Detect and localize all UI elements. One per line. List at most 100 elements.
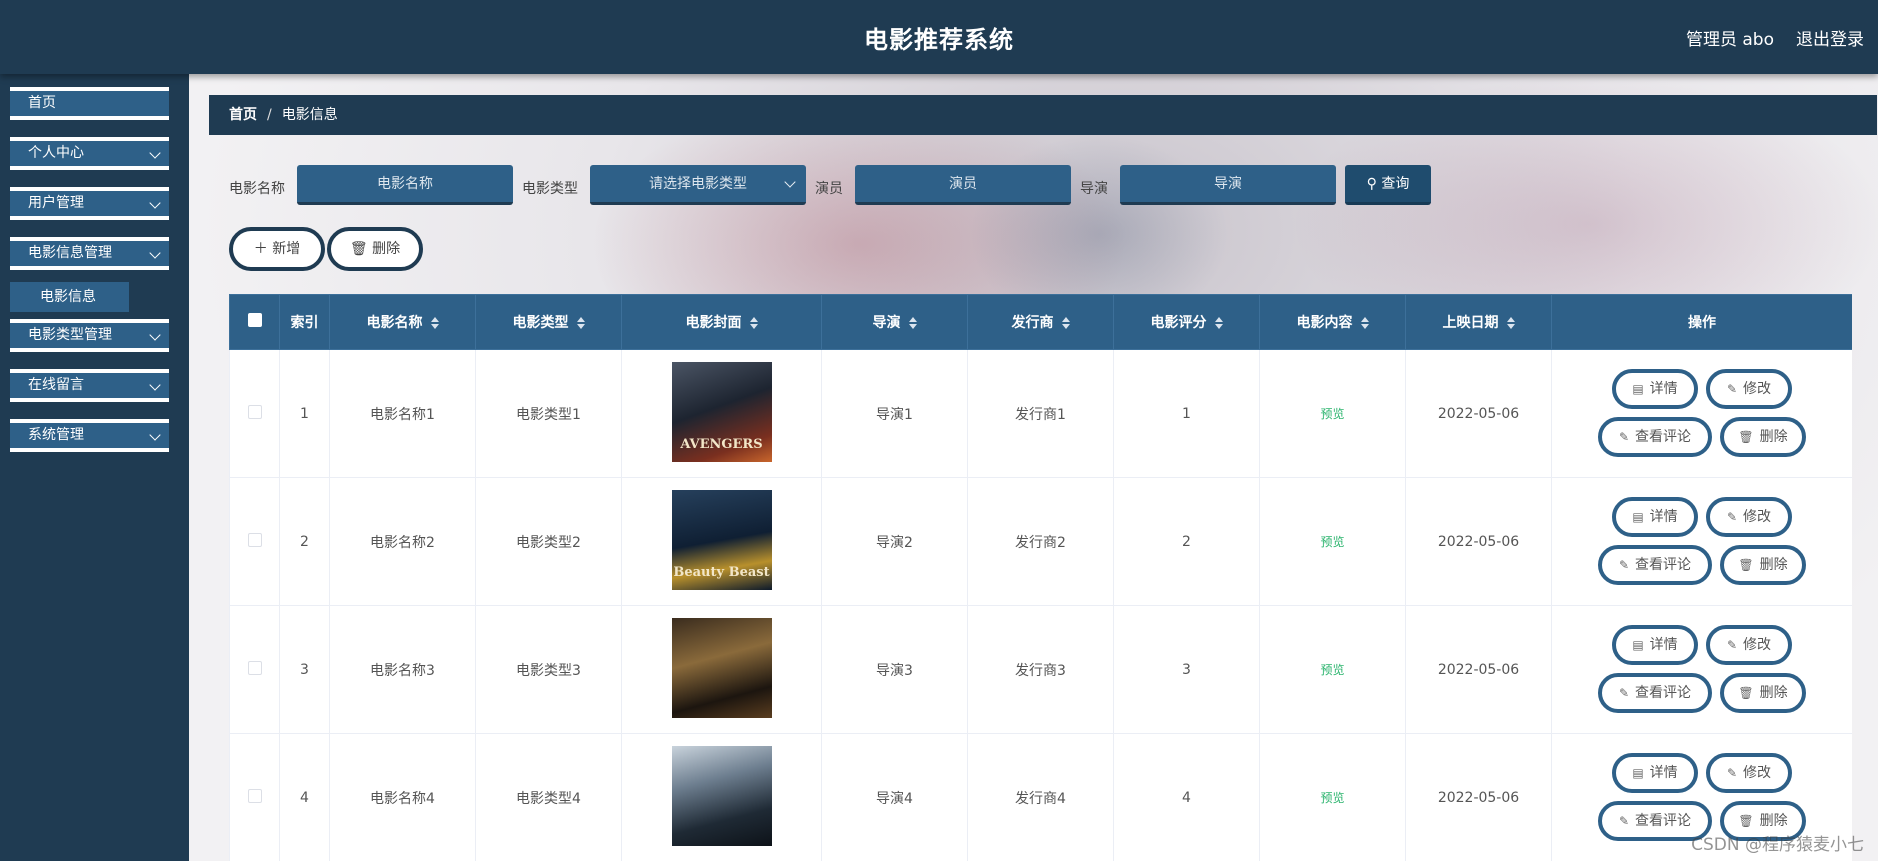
director-input[interactable]: 导演 bbox=[1120, 165, 1336, 205]
view-comments-button[interactable]: ✎ 查看评论 bbox=[1598, 673, 1712, 713]
sidebar-item-label: 电影类型管理 bbox=[28, 327, 112, 343]
actor-input[interactable]: 演员 bbox=[855, 165, 1071, 205]
pencil-icon: ✎ bbox=[1726, 766, 1738, 780]
select-all-cell[interactable] bbox=[229, 294, 280, 350]
delete-button[interactable]: 🗑 删除 bbox=[1720, 673, 1806, 713]
column-header[interactable]: 发行商 bbox=[967, 294, 1114, 350]
cell-publisher: 发行商3 bbox=[967, 605, 1114, 734]
view-comments-button[interactable]: ✎ 查看评论 bbox=[1598, 417, 1712, 457]
table-row: 2 电影名称2 电影类型2 Beauty Beast 导演2 发行商2 2 预览… bbox=[229, 477, 1852, 606]
sort-icon[interactable] bbox=[430, 317, 439, 329]
cell-name: 电影名称4 bbox=[329, 733, 476, 861]
cell-type: 电影类型4 bbox=[475, 733, 622, 861]
select-all-checkbox[interactable] bbox=[247, 313, 262, 327]
sort-icon[interactable] bbox=[1214, 317, 1223, 329]
sidebar-item-home[interactable]: 首页 bbox=[10, 87, 169, 120]
content-preview-link[interactable]: 预览 bbox=[1320, 663, 1344, 677]
movie-cover-image[interactable] bbox=[671, 745, 772, 846]
trash-icon: 🗑 bbox=[1738, 430, 1754, 444]
sidebar-item-user-management[interactable]: 用户管理 bbox=[10, 187, 169, 220]
add-button[interactable]: ＋ 新增 bbox=[229, 227, 325, 271]
detail-button-label: 详情 bbox=[1649, 765, 1678, 781]
cell-index: 3 bbox=[279, 605, 330, 734]
sidebar-item-personal-center[interactable]: 个人中心 bbox=[10, 137, 169, 170]
sidebar-item-label: 个人中心 bbox=[28, 145, 84, 161]
cell-rating: 1 bbox=[1113, 349, 1260, 478]
row-checkbox[interactable] bbox=[247, 660, 262, 675]
column-header: 索引 bbox=[279, 294, 330, 350]
row-actions: ▤ 详情 ✎ 修改 ✎ 查看评论 🗑 删除 bbox=[1552, 350, 1852, 477]
sidebar-item-label: 在线留言 bbox=[28, 377, 84, 393]
sidebar-subitem-movie-info[interactable]: 电影信息 bbox=[10, 282, 129, 312]
chevron-down-icon bbox=[149, 147, 161, 159]
chevron-down-icon bbox=[784, 176, 796, 188]
row-checkbox[interactable] bbox=[247, 404, 262, 419]
sort-icon[interactable] bbox=[1061, 317, 1070, 329]
pencil-icon: ✎ bbox=[1618, 430, 1630, 444]
column-header[interactable]: 电影评分 bbox=[1113, 294, 1260, 350]
movie-cover-image[interactable]: Beauty Beast bbox=[671, 489, 772, 590]
column-header[interactable]: 上映日期 bbox=[1405, 294, 1552, 350]
cell-date: 2022-05-06 bbox=[1405, 349, 1552, 478]
row-checkbox[interactable] bbox=[247, 788, 262, 803]
batch-delete-button[interactable]: 🗑 删除 bbox=[327, 227, 423, 271]
sidebar-item-messages[interactable]: 在线留言 bbox=[10, 369, 169, 402]
detail-button-label: 详情 bbox=[1649, 637, 1678, 653]
chevron-down-icon bbox=[149, 429, 161, 441]
column-header[interactable]: 电影封面 bbox=[621, 294, 822, 350]
breadcrumb-home[interactable]: 首页 bbox=[229, 107, 257, 123]
view-comments-button-label: 查看评论 bbox=[1635, 429, 1692, 445]
column-header[interactable]: 电影内容 bbox=[1259, 294, 1406, 350]
sort-icon[interactable] bbox=[576, 317, 585, 329]
sort-icon[interactable] bbox=[908, 317, 917, 329]
sort-icon[interactable] bbox=[1360, 317, 1369, 329]
edit-button[interactable]: ✎ 修改 bbox=[1706, 369, 1792, 409]
detail-button[interactable]: ▤ 详情 bbox=[1612, 497, 1698, 537]
edit-button[interactable]: ✎ 修改 bbox=[1706, 753, 1792, 793]
breadcrumb: 首页 / 电影信息 bbox=[209, 95, 1877, 135]
table-row: 1 电影名称1 电影类型1 AVENGERS 导演1 发行商1 1 预览 202… bbox=[229, 349, 1852, 478]
edit-button[interactable]: ✎ 修改 bbox=[1706, 625, 1792, 665]
movie-cover-image[interactable]: AVENGERS bbox=[671, 361, 772, 462]
chevron-down-icon bbox=[149, 379, 161, 391]
delete-button-label: 删除 bbox=[1759, 557, 1788, 573]
sort-icon[interactable] bbox=[1506, 317, 1515, 329]
logout-button[interactable]: 退出登录 bbox=[1796, 25, 1864, 50]
cell-name: 电影名称2 bbox=[329, 477, 476, 606]
edit-button[interactable]: ✎ 修改 bbox=[1706, 497, 1792, 537]
trash-icon: 🗑 bbox=[1738, 814, 1754, 828]
content-preview-link[interactable]: 预览 bbox=[1320, 535, 1344, 549]
sidebar-item-label: 用户管理 bbox=[28, 195, 84, 211]
query-button[interactable]: ⚲ 查询 bbox=[1345, 165, 1431, 205]
view-comments-button-label: 查看评论 bbox=[1635, 557, 1692, 573]
row-checkbox[interactable] bbox=[247, 532, 262, 547]
sidebar-item-system-management[interactable]: 系统管理 bbox=[10, 419, 169, 452]
delete-button[interactable]: 🗑 删除 bbox=[1720, 417, 1806, 457]
cell-director: 导演3 bbox=[821, 605, 968, 734]
detail-button[interactable]: ▤ 详情 bbox=[1612, 625, 1698, 665]
sort-icon[interactable] bbox=[749, 317, 758, 329]
delete-button[interactable]: 🗑 删除 bbox=[1720, 545, 1806, 585]
view-comments-button[interactable]: ✎ 查看评论 bbox=[1598, 545, 1712, 585]
detail-button[interactable]: ▤ 详情 bbox=[1612, 369, 1698, 409]
current-user: 管理员 abo bbox=[1685, 30, 1774, 50]
cell-index: 2 bbox=[279, 477, 330, 606]
breadcrumb-separator: / bbox=[267, 107, 272, 123]
detail-button-label: 详情 bbox=[1649, 509, 1678, 525]
sidebar-item-movie-type-management[interactable]: 电影类型管理 bbox=[10, 319, 169, 352]
column-header[interactable]: 电影名称 bbox=[329, 294, 476, 350]
cell-type: 电影类型1 bbox=[475, 349, 622, 478]
movie-cover-image[interactable] bbox=[671, 617, 772, 718]
content-preview-link[interactable]: 预览 bbox=[1320, 407, 1344, 421]
movie-type-select[interactable]: 请选择电影类型 bbox=[590, 165, 806, 205]
detail-button[interactable]: ▤ 详情 bbox=[1612, 753, 1698, 793]
column-header[interactable]: 导演 bbox=[821, 294, 968, 350]
movie-name-input[interactable]: 电影名称 bbox=[297, 165, 513, 205]
movie-type-label: 电影类型 bbox=[522, 181, 578, 197]
document-icon: ▤ bbox=[1632, 766, 1644, 780]
pencil-icon: ✎ bbox=[1618, 558, 1630, 572]
column-header[interactable]: 电影类型 bbox=[475, 294, 622, 350]
batch-delete-button-label: 删除 bbox=[372, 241, 401, 257]
sidebar-item-movie-management[interactable]: 电影信息管理 bbox=[10, 237, 169, 270]
content-preview-link[interactable]: 预览 bbox=[1320, 791, 1344, 805]
